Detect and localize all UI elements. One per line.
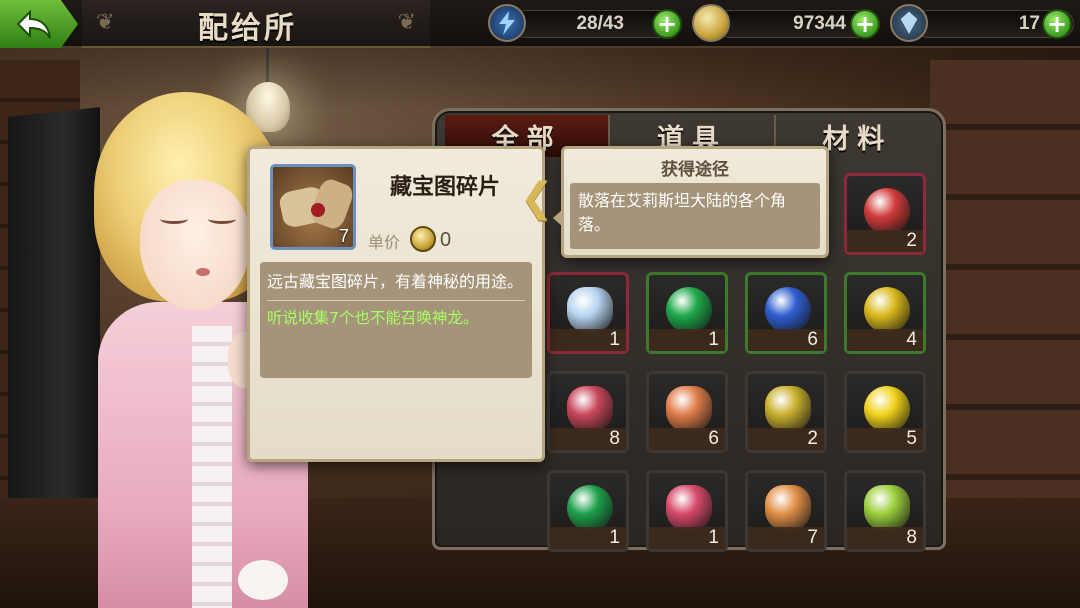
character-mouth xyxy=(196,268,210,276)
inventory-slot[interactable]: 6 xyxy=(745,272,827,354)
top-bar: ❦ ❦ 配给所 28/43 + 97344 + 17 + xyxy=(0,0,1080,48)
description-divider xyxy=(267,300,525,301)
ornament-right-icon: ❦ xyxy=(397,10,416,35)
inventory-slot[interactable]: 8 xyxy=(547,371,629,453)
slot-count: 1 xyxy=(609,527,620,548)
inventory-slot[interactable]: 5 xyxy=(844,371,926,453)
inventory-slot[interactable]: 1 xyxy=(646,470,728,552)
peridot-crystal-icon xyxy=(864,485,910,531)
character-frill xyxy=(192,326,232,608)
crystal-ball-icon xyxy=(567,287,613,333)
inventory-slot[interactable]: 1 xyxy=(547,470,629,552)
slot-count: 7 xyxy=(807,527,818,548)
gem-value: 17 xyxy=(1018,13,1040,34)
inventory-slot[interactable]: 2 xyxy=(745,371,827,453)
blue-orb-icon xyxy=(765,287,811,333)
ornament-left-icon: ❦ xyxy=(96,10,115,35)
item-description: 远古藏宝图碎片，有着神秘的用途。 xyxy=(267,272,524,291)
page-title: 配给所 xyxy=(198,11,297,46)
acquisition-box: 散落在艾莉斯坦大陆的各个角落。 xyxy=(570,183,820,249)
back-button[interactable] xyxy=(0,0,78,48)
price-coin-icon xyxy=(410,226,436,252)
inventory-slot[interactable]: 4 xyxy=(844,272,926,354)
slot-count: 6 xyxy=(708,428,719,449)
slot-count: 8 xyxy=(609,428,620,449)
price-value: 0 xyxy=(440,229,452,251)
add-gem-button[interactable]: + xyxy=(1042,9,1072,39)
inventory-slot[interactable]: 6 xyxy=(646,371,728,453)
inventory-slot[interactable]: 2 xyxy=(844,173,926,255)
item-detail-popup: 7 藏宝图碎片 单价 0 ❮ 远古藏宝图碎片，有着神秘的用途。 听说收集7个也不… xyxy=(247,146,554,462)
orange-shell-icon xyxy=(666,386,712,432)
amber-crystal-icon xyxy=(765,485,811,531)
bunny-plush xyxy=(238,560,288,600)
ruby-crystal-icon xyxy=(666,485,712,531)
chevron-left-icon[interactable]: ❮ xyxy=(520,175,554,221)
stamina-counter: 28/43 + xyxy=(488,2,682,44)
yellow-gem-icon xyxy=(864,386,910,432)
inventory-slot[interactable]: 1 xyxy=(646,272,728,354)
character-face xyxy=(140,180,250,310)
acquisition-title: 获得途径 xyxy=(661,160,729,180)
popup-pointer xyxy=(553,209,563,227)
slot-count: 1 xyxy=(708,527,719,548)
slot-count: 4 xyxy=(906,329,917,350)
gold-value: 97344 xyxy=(793,13,846,34)
yellow-orb-icon xyxy=(864,287,910,333)
red-shell-icon xyxy=(567,386,613,432)
slot-count: 2 xyxy=(807,428,818,449)
green-orb-icon xyxy=(666,287,712,333)
inventory-slot[interactable]: 7 xyxy=(745,470,827,552)
treasure-map-fragment-icon: 7 xyxy=(270,164,356,250)
item-description-box: 远古藏宝图碎片，有着神秘的用途。 听说收集7个也不能召唤神龙。 xyxy=(260,262,532,378)
slot-count: 5 xyxy=(906,428,917,449)
add-stamina-button[interactable]: + xyxy=(652,9,682,39)
yellow-shell-icon xyxy=(765,386,811,432)
stamina-value: 28/43 xyxy=(576,13,624,34)
slot-count: 2 xyxy=(906,230,917,251)
acquisition-text: 散落在艾莉斯坦大陆的各个角落。 xyxy=(578,191,787,234)
crystal-icon xyxy=(890,4,928,42)
lamp-cord xyxy=(266,44,269,86)
character-eye-left xyxy=(160,214,188,224)
inventory-slot[interactable]: 8 xyxy=(844,470,926,552)
item-flavor-text: 听说收集7个也不能召唤神龙。 xyxy=(267,309,479,327)
gold-coin-icon xyxy=(692,4,730,42)
slot-count: 6 xyxy=(807,329,818,350)
back-arrow-icon xyxy=(16,9,51,39)
red-ink-dish-icon xyxy=(864,188,910,234)
emerald-icon xyxy=(567,485,613,531)
item-icon-count: 7 xyxy=(338,226,349,246)
character-eye-right xyxy=(208,214,236,224)
slot-count: 1 xyxy=(609,329,620,350)
gem-counter: 17 + xyxy=(890,2,1074,44)
price-label: 单价 xyxy=(368,233,401,252)
item-name: 藏宝图碎片 xyxy=(390,175,501,200)
add-gold-button[interactable]: + xyxy=(850,9,880,39)
inventory-slot[interactable]: 1 xyxy=(547,272,629,354)
acquisition-popup: 获得途径 散落在艾莉斯坦大陆的各个角落。 xyxy=(553,146,829,258)
slot-count: 8 xyxy=(906,527,917,548)
lightning-icon xyxy=(488,4,526,42)
slot-count: 1 xyxy=(708,329,719,350)
gold-counter: 97344 + xyxy=(692,2,882,44)
